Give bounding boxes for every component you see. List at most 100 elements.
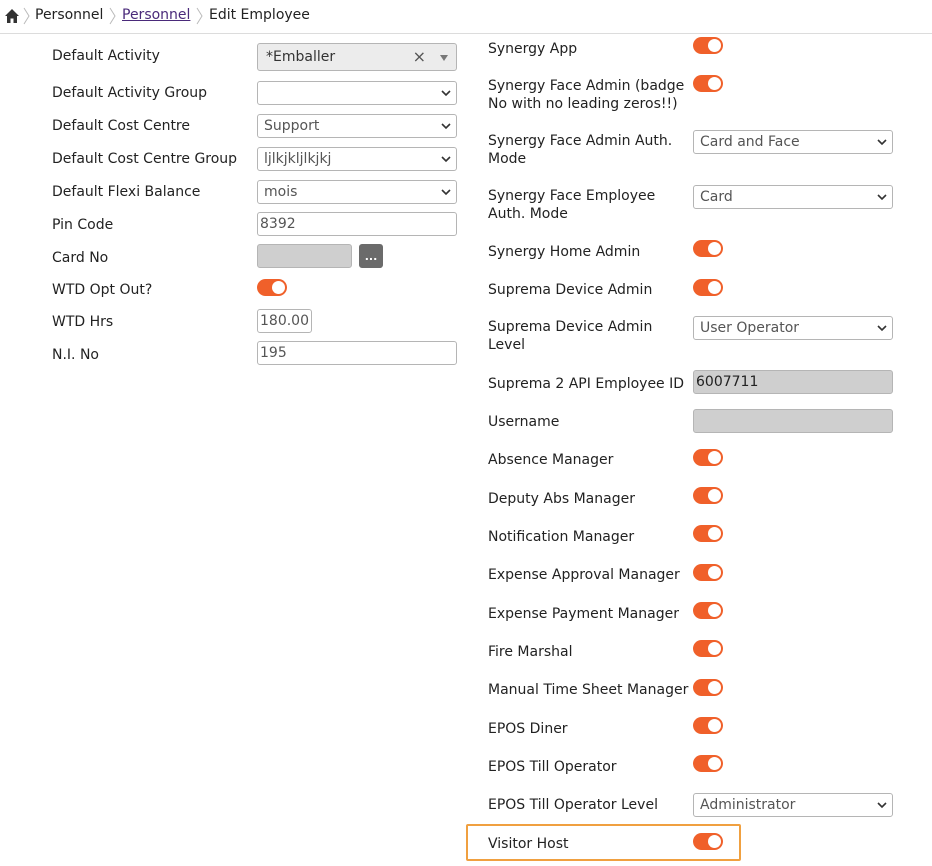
deputy-abs-manager-toggle[interactable] bbox=[693, 487, 723, 504]
toggle-knob bbox=[708, 77, 721, 90]
default-cost-centre-select[interactable]: Support bbox=[257, 114, 457, 138]
default-activity-select[interactable]: *Emballer × bbox=[257, 43, 457, 71]
breadcrumb-current: Edit Employee bbox=[209, 7, 310, 23]
chevron-down-icon bbox=[877, 139, 887, 146]
suprema-device-admin-label: Suprema Device Admin bbox=[488, 282, 653, 298]
epos-till-operator-level-select[interactable]: Administrator bbox=[693, 793, 893, 817]
deputy-abs-manager-label: Deputy Abs Manager bbox=[488, 491, 635, 507]
toggle-knob bbox=[272, 281, 285, 294]
synergy-home-admin-toggle[interactable] bbox=[693, 240, 723, 257]
manual-time-sheet-manager-label: Manual Time Sheet Manager bbox=[488, 682, 689, 698]
synergy-face-employee-auth-mode-value: Card bbox=[700, 189, 733, 205]
suprema2-api-employee-id-label: Suprema 2 API Employee ID bbox=[488, 376, 685, 392]
epos-diner-label: EPOS Diner bbox=[488, 721, 568, 737]
wtd-hrs-label: WTD Hrs bbox=[52, 314, 114, 330]
toggle-knob bbox=[708, 719, 721, 732]
wtd-opt-out-toggle[interactable] bbox=[257, 279, 287, 296]
card-no-input bbox=[257, 244, 352, 268]
default-cost-centre-group-select[interactable]: ljlkjkljlkjkj bbox=[257, 147, 457, 171]
breadcrumb: Personnel Personnel Edit Employee bbox=[0, 0, 932, 34]
default-flexi-balance-select[interactable]: mois bbox=[257, 180, 457, 204]
pin-code-input[interactable]: 8392 bbox=[257, 212, 457, 236]
epos-till-operator-label: EPOS Till Operator bbox=[488, 759, 617, 775]
epos-till-operator-level-label: EPOS Till Operator Level bbox=[488, 797, 658, 813]
synergy-face-employee-auth-mode-label: Synergy Face Employee Auth. Mode bbox=[488, 188, 656, 222]
synergy-app-label: Synergy App bbox=[488, 41, 578, 57]
chevron-right-icon bbox=[196, 7, 203, 25]
chevron-down-icon bbox=[441, 189, 451, 196]
chevron-down-icon bbox=[877, 194, 887, 201]
ni-no-label: N.I. No bbox=[52, 347, 99, 363]
default-activity-group-label: Default Activity Group bbox=[52, 85, 208, 101]
default-cost-centre-group-value: ljlkjkljlkjkj bbox=[264, 151, 332, 167]
card-lookup-button[interactable]: ... bbox=[359, 244, 383, 268]
default-flexi-balance-value: mois bbox=[264, 184, 298, 200]
toggle-knob bbox=[708, 642, 721, 655]
suprema2-api-employee-id-input: 6007711 bbox=[693, 370, 893, 394]
toggle-knob bbox=[708, 451, 721, 464]
suprema-device-admin-level-select[interactable]: User Operator bbox=[693, 316, 893, 340]
clear-icon[interactable]: × bbox=[413, 44, 426, 70]
card-no-label: Card No bbox=[52, 250, 109, 266]
chevron-down-icon bbox=[877, 325, 887, 332]
toggle-knob bbox=[708, 604, 721, 617]
notification-manager-toggle[interactable] bbox=[693, 525, 723, 542]
caret-down-icon bbox=[440, 55, 448, 61]
toggle-knob bbox=[708, 242, 721, 255]
toggle-knob bbox=[708, 281, 721, 294]
default-activity-value: *Emballer bbox=[266, 49, 336, 65]
expense-approval-manager-label: Expense Approval Manager bbox=[488, 567, 680, 583]
chevron-down-icon bbox=[441, 156, 451, 163]
toggle-knob bbox=[708, 489, 721, 502]
epos-diner-toggle[interactable] bbox=[693, 717, 723, 734]
synergy-face-admin-label: Synergy Face Admin (badge No with no lea… bbox=[488, 78, 685, 112]
expense-approval-manager-toggle[interactable] bbox=[693, 564, 723, 581]
chevron-right-icon bbox=[23, 7, 30, 25]
toggle-knob bbox=[708, 566, 721, 579]
synergy-home-admin-label: Synergy Home Admin bbox=[488, 244, 641, 260]
suprema-device-admin-level-value: User Operator bbox=[700, 320, 800, 336]
epos-till-operator-toggle[interactable] bbox=[693, 755, 723, 772]
default-cost-centre-value: Support bbox=[264, 118, 320, 134]
chevron-right-icon bbox=[109, 7, 116, 25]
absence-manager-label: Absence Manager bbox=[488, 452, 614, 468]
wtd-opt-out-label: WTD Opt Out? bbox=[52, 282, 153, 298]
fire-marshal-toggle[interactable] bbox=[693, 640, 723, 657]
synergy-face-admin-toggle[interactable] bbox=[693, 75, 723, 92]
epos-till-operator-level-value: Administrator bbox=[700, 797, 796, 813]
visitor-host-toggle[interactable] bbox=[693, 833, 723, 850]
fire-marshal-label: Fire Marshal bbox=[488, 644, 573, 660]
synergy-app-toggle[interactable] bbox=[693, 37, 723, 54]
chevron-down-icon bbox=[877, 802, 887, 809]
default-cost-centre-group-label: Default Cost Centre Group bbox=[52, 151, 238, 167]
username-label: Username bbox=[488, 414, 560, 430]
toggle-knob bbox=[708, 757, 721, 770]
breadcrumb-personnel: Personnel bbox=[35, 7, 104, 23]
default-activity-group-select[interactable] bbox=[257, 81, 457, 105]
breadcrumb-personnel-link[interactable]: Personnel bbox=[122, 7, 190, 23]
toggle-knob bbox=[708, 835, 721, 848]
visitor-host-label: Visitor Host bbox=[488, 836, 569, 852]
synergy-face-admin-auth-mode-value: Card and Face bbox=[700, 134, 800, 150]
wtd-hrs-input[interactable]: 180.00 bbox=[257, 309, 312, 333]
default-flexi-balance-label: Default Flexi Balance bbox=[52, 184, 201, 200]
chevron-down-icon bbox=[441, 90, 451, 97]
absence-manager-toggle[interactable] bbox=[693, 449, 723, 466]
ni-no-input[interactable]: 195 bbox=[257, 341, 457, 365]
pin-code-label: Pin Code bbox=[52, 217, 114, 233]
suprema-device-admin-level-label: Suprema Device Admin Level bbox=[488, 319, 653, 353]
toggle-knob bbox=[708, 527, 721, 540]
default-activity-label: Default Activity bbox=[52, 48, 160, 64]
toggle-knob bbox=[708, 39, 721, 52]
chevron-down-icon bbox=[441, 123, 451, 130]
suprema-device-admin-toggle[interactable] bbox=[693, 279, 723, 296]
notification-manager-label: Notification Manager bbox=[488, 529, 635, 545]
expense-payment-manager-toggle[interactable] bbox=[693, 602, 723, 619]
expense-payment-manager-label: Expense Payment Manager bbox=[488, 606, 679, 622]
synergy-face-admin-auth-mode-select[interactable]: Card and Face bbox=[693, 130, 893, 154]
manual-time-sheet-manager-toggle[interactable] bbox=[693, 679, 723, 696]
home-icon[interactable] bbox=[4, 8, 20, 24]
toggle-knob bbox=[708, 681, 721, 694]
synergy-face-employee-auth-mode-select[interactable]: Card bbox=[693, 185, 893, 209]
synergy-face-admin-auth-mode-label: Synergy Face Admin Auth. Mode bbox=[488, 133, 673, 167]
